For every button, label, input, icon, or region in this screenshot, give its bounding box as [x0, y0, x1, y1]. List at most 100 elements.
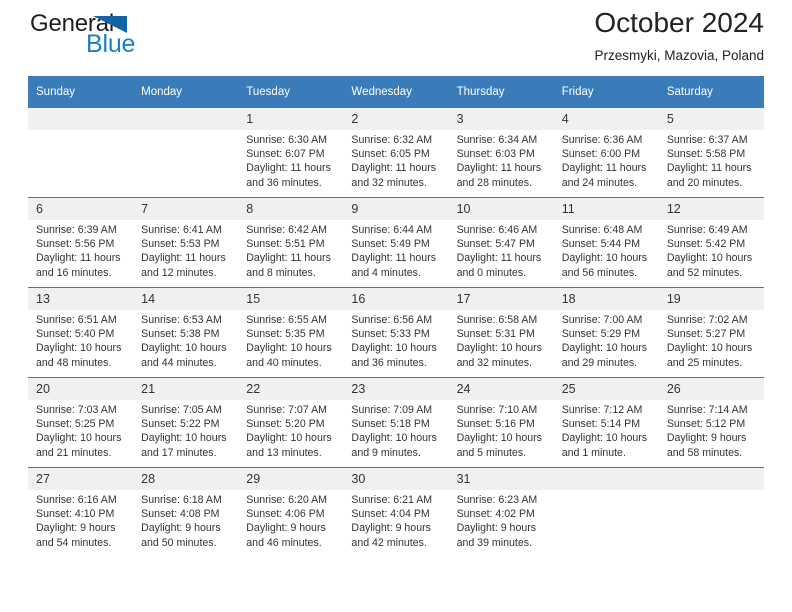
calendar-day-cell[interactable]: 5 Sunrise: 6:37 AM Sunset: 5:58 PM Daylight… — [658, 108, 764, 198]
sunset-time: Sunset: 6:00 PM — [561, 148, 641, 161]
calendar-day-cell[interactable]: 27 Sunrise: 6:16 AM Sunset: 4:10 PM Dayligh… — [28, 467, 134, 557]
sunrise-time: Sunrise: 6:36 AM — [561, 134, 643, 146]
sunrise-time: Sunrise: 6:46 AM — [456, 224, 538, 236]
calendar-day-cell[interactable]: 29 Sunrise: 6:20 AM Sunset: 4:06 PM Dayligh… — [238, 467, 344, 557]
sunrise-time: Sunrise: 6:41 AM — [141, 224, 222, 236]
sunset-time: Sunset: 6:05 PM — [351, 148, 430, 161]
calendar-day-cell[interactable]: 26 Sunrise: 7:14 AM Sunset: 5:12 PM Dayligh… — [658, 377, 764, 468]
day-number — [133, 108, 239, 130]
daylight-duration-line2: and 54 minutes. — [36, 536, 112, 549]
calendar-day-cell[interactable]: 16 Sunrise: 6:56 AM Sunset: 5:33 PM Dayligh… — [343, 287, 449, 378]
day-sun-info: Sunrise: 7:05 AM Sunset: 5:22 PM Daylight:… — [133, 400, 238, 460]
day-cell-inner: 17 Sunrise: 6:58 AM Sunset: 5:31 PM Dayligh… — [448, 288, 554, 377]
page-title: October 2024 — [594, 7, 764, 38]
calendar-day-cell[interactable]: 12 Sunrise: 6:49 AM Sunset: 5:42 PM Dayligh… — [658, 197, 764, 288]
daylight-duration-line2: and 28 minutes. — [456, 176, 532, 189]
weekday-header-friday: Friday — [553, 76, 659, 108]
calendar-day-cell[interactable]: 7 Sunrise: 6:41 AM Sunset: 5:53 PM Daylight… — [133, 197, 239, 288]
daylight-duration-line1: Daylight: 9 hours — [246, 522, 326, 535]
daylight-duration-line2: and 12 minutes. — [141, 266, 217, 279]
sunset-time: Sunset: 6:07 PM — [246, 148, 325, 161]
daylight-duration-line2: and 56 minutes. — [561, 266, 638, 279]
weekday-header-tuesday: Tuesday — [238, 76, 344, 108]
daylight-duration-line1: Daylight: 10 hours — [246, 342, 332, 355]
calendar-day-cell[interactable]: 18 Sunrise: 7:00 AM Sunset: 5:29 PM Dayligh… — [553, 287, 659, 378]
calendar-day-cell[interactable]: 4 Sunrise: 6:36 AM Sunset: 6:00 PM Daylight… — [553, 108, 659, 198]
general-blue-logo[interactable]: General Blue — [28, 10, 178, 66]
calendar-day-cell[interactable]: 10 Sunrise: 6:46 AM Sunset: 5:47 PM Dayligh… — [448, 197, 554, 288]
calendar-day-cell[interactable]: 3 Sunrise: 6:34 AM Sunset: 6:03 PM Daylight… — [448, 108, 554, 198]
calendar-week-row: 1 Sunrise: 6:30 AM Sunset: 6:07 PM Daylight… — [28, 108, 764, 198]
sunset-time: Sunset: 5:22 PM — [141, 418, 220, 431]
day-cell-inner — [658, 468, 764, 557]
calendar-day-cell[interactable]: 25 Sunrise: 7:12 AM Sunset: 5:14 PM Dayligh… — [553, 377, 659, 468]
calendar-day-cell[interactable]: 31 Sunrise: 6:23 AM Sunset: 4:02 PM Dayligh… — [448, 467, 554, 557]
day-number: 3 — [448, 108, 554, 130]
calendar-week-row: 20 Sunrise: 7:03 AM Sunset: 5:25 PM Dayligh… — [28, 377, 764, 468]
calendar-day-cell[interactable]: 14 Sunrise: 6:53 AM Sunset: 5:38 PM Dayligh… — [133, 287, 239, 378]
calendar-day-cell[interactable]: 1 Sunrise: 6:30 AM Sunset: 6:07 PM Daylight… — [238, 108, 344, 198]
daylight-duration-line2: and 21 minutes. — [36, 446, 112, 459]
daylight-duration-line1: Daylight: 11 hours — [246, 252, 331, 265]
calendar-day-cell[interactable]: 6 Sunrise: 6:39 AM Sunset: 5:56 PM Daylight… — [28, 197, 134, 288]
calendar-day-cell[interactable]: 8 Sunrise: 6:42 AM Sunset: 5:51 PM Daylight… — [238, 197, 344, 288]
day-cell-inner: 21 Sunrise: 7:05 AM Sunset: 5:22 PM Dayligh… — [133, 378, 239, 467]
sunset-time: Sunset: 5:16 PM — [456, 418, 535, 431]
sunset-time: Sunset: 4:06 PM — [246, 508, 325, 521]
calendar-day-cell[interactable]: 2 Sunrise: 6:32 AM Sunset: 6:05 PM Daylight… — [343, 108, 449, 198]
day-sun-info: Sunrise: 7:00 AM Sunset: 5:29 PM Daylight:… — [554, 310, 659, 370]
calendar-day-cell[interactable]: 28 Sunrise: 6:18 AM Sunset: 4:08 PM Dayligh… — [133, 467, 239, 557]
day-cell-inner: 20 Sunrise: 7:03 AM Sunset: 5:25 PM Dayligh… — [28, 378, 134, 467]
day-cell-inner: 1 Sunrise: 6:30 AM Sunset: 6:07 PM Daylight… — [238, 108, 344, 197]
day-sun-info: Sunrise: 6:51 AM Sunset: 5:40 PM Daylight:… — [28, 310, 133, 370]
daylight-duration-line1: Daylight: 11 hours — [456, 162, 542, 175]
calendar-day-cell[interactable]: 21 Sunrise: 7:05 AM Sunset: 5:22 PM Dayligh… — [133, 377, 239, 468]
calendar-day-cell[interactable]: 15 Sunrise: 6:55 AM Sunset: 5:35 PM Dayligh… — [238, 287, 344, 378]
day-cell-inner: 24 Sunrise: 7:10 AM Sunset: 5:16 PM Dayligh… — [448, 378, 554, 467]
daylight-duration-line2: and 5 minutes. — [456, 446, 527, 459]
daylight-duration-line2: and 39 minutes. — [456, 536, 532, 549]
day-number: 27 — [28, 468, 134, 490]
sunrise-time: Sunrise: 6:30 AM — [246, 134, 327, 146]
calendar-day-cell[interactable]: 9 Sunrise: 6:44 AM Sunset: 5:49 PM Daylight… — [343, 197, 449, 288]
calendar-day-cell[interactable]: 30 Sunrise: 6:21 AM Sunset: 4:04 PM Dayligh… — [343, 467, 449, 557]
day-cell-inner — [28, 108, 134, 197]
day-cell-inner: 5 Sunrise: 6:37 AM Sunset: 5:58 PM Daylight… — [658, 108, 764, 197]
sunset-time: Sunset: 5:18 PM — [351, 418, 430, 431]
day-cell-inner: 30 Sunrise: 6:21 AM Sunset: 4:04 PM Dayligh… — [343, 468, 449, 557]
daylight-duration-line1: Daylight: 11 hours — [351, 162, 437, 175]
daylight-duration-line2: and 16 minutes. — [36, 266, 112, 279]
sunset-time: Sunset: 5:38 PM — [141, 328, 220, 341]
daylight-duration-line1: Daylight: 11 hours — [246, 162, 331, 175]
day-cell-inner: 11 Sunrise: 6:48 AM Sunset: 5:44 PM Dayligh… — [553, 198, 659, 287]
sunset-time: Sunset: 5:14 PM — [561, 418, 641, 431]
sunrise-time: Sunrise: 6:39 AM — [36, 224, 117, 236]
daylight-duration-line1: Daylight: 10 hours — [351, 342, 437, 355]
day-cell-inner: 13 Sunrise: 6:51 AM Sunset: 5:40 PM Dayligh… — [28, 288, 134, 377]
sunset-time: Sunset: 5:31 PM — [456, 328, 535, 341]
calendar-day-cell[interactable]: 23 Sunrise: 7:09 AM Sunset: 5:18 PM Dayligh… — [343, 377, 449, 468]
day-cell-inner: 12 Sunrise: 6:49 AM Sunset: 5:42 PM Dayligh… — [658, 198, 764, 287]
calendar-day-cell[interactable]: 20 Sunrise: 7:03 AM Sunset: 5:25 PM Dayligh… — [28, 377, 134, 468]
day-cell-inner: 14 Sunrise: 6:53 AM Sunset: 5:38 PM Dayligh… — [133, 288, 239, 377]
day-cell-inner: 31 Sunrise: 6:23 AM Sunset: 4:02 PM Dayligh… — [448, 468, 554, 557]
day-number — [658, 468, 764, 490]
sunrise-time: Sunrise: 7:00 AM — [561, 314, 643, 326]
calendar-day-cell-empty — [658, 467, 764, 557]
calendar-week-row: 13 Sunrise: 6:51 AM Sunset: 5:40 PM Dayligh… — [28, 287, 764, 378]
calendar-day-cell[interactable]: 19 Sunrise: 7:02 AM Sunset: 5:27 PM Dayligh… — [658, 287, 764, 378]
sunset-time: Sunset: 4:04 PM — [351, 508, 430, 521]
calendar-day-cell[interactable]: 13 Sunrise: 6:51 AM Sunset: 5:40 PM Dayligh… — [28, 287, 134, 378]
sunrise-time: Sunrise: 7:05 AM — [141, 404, 222, 416]
calendar-week-row: 27 Sunrise: 6:16 AM Sunset: 4:10 PM Dayligh… — [28, 467, 764, 557]
calendar-day-cell[interactable]: 17 Sunrise: 6:58 AM Sunset: 5:31 PM Dayligh… — [448, 287, 554, 378]
day-number: 15 — [238, 288, 344, 310]
day-sun-info: Sunrise: 7:14 AM Sunset: 5:12 PM Daylight:… — [659, 400, 764, 460]
calendar-day-cell[interactable]: 24 Sunrise: 7:10 AM Sunset: 5:16 PM Dayligh… — [448, 377, 554, 468]
weekday-header-saturday: Saturday — [658, 76, 764, 108]
calendar-day-cell[interactable]: 11 Sunrise: 6:48 AM Sunset: 5:44 PM Dayligh… — [553, 197, 659, 288]
calendar-day-cell[interactable]: 22 Sunrise: 7:07 AM Sunset: 5:20 PM Dayligh… — [238, 377, 344, 468]
daylight-duration-line1: Daylight: 11 hours — [141, 252, 226, 265]
day-sun-info: Sunrise: 6:30 AM Sunset: 6:07 PM Daylight:… — [238, 130, 343, 190]
sunrise-time: Sunrise: 6:18 AM — [141, 494, 222, 506]
